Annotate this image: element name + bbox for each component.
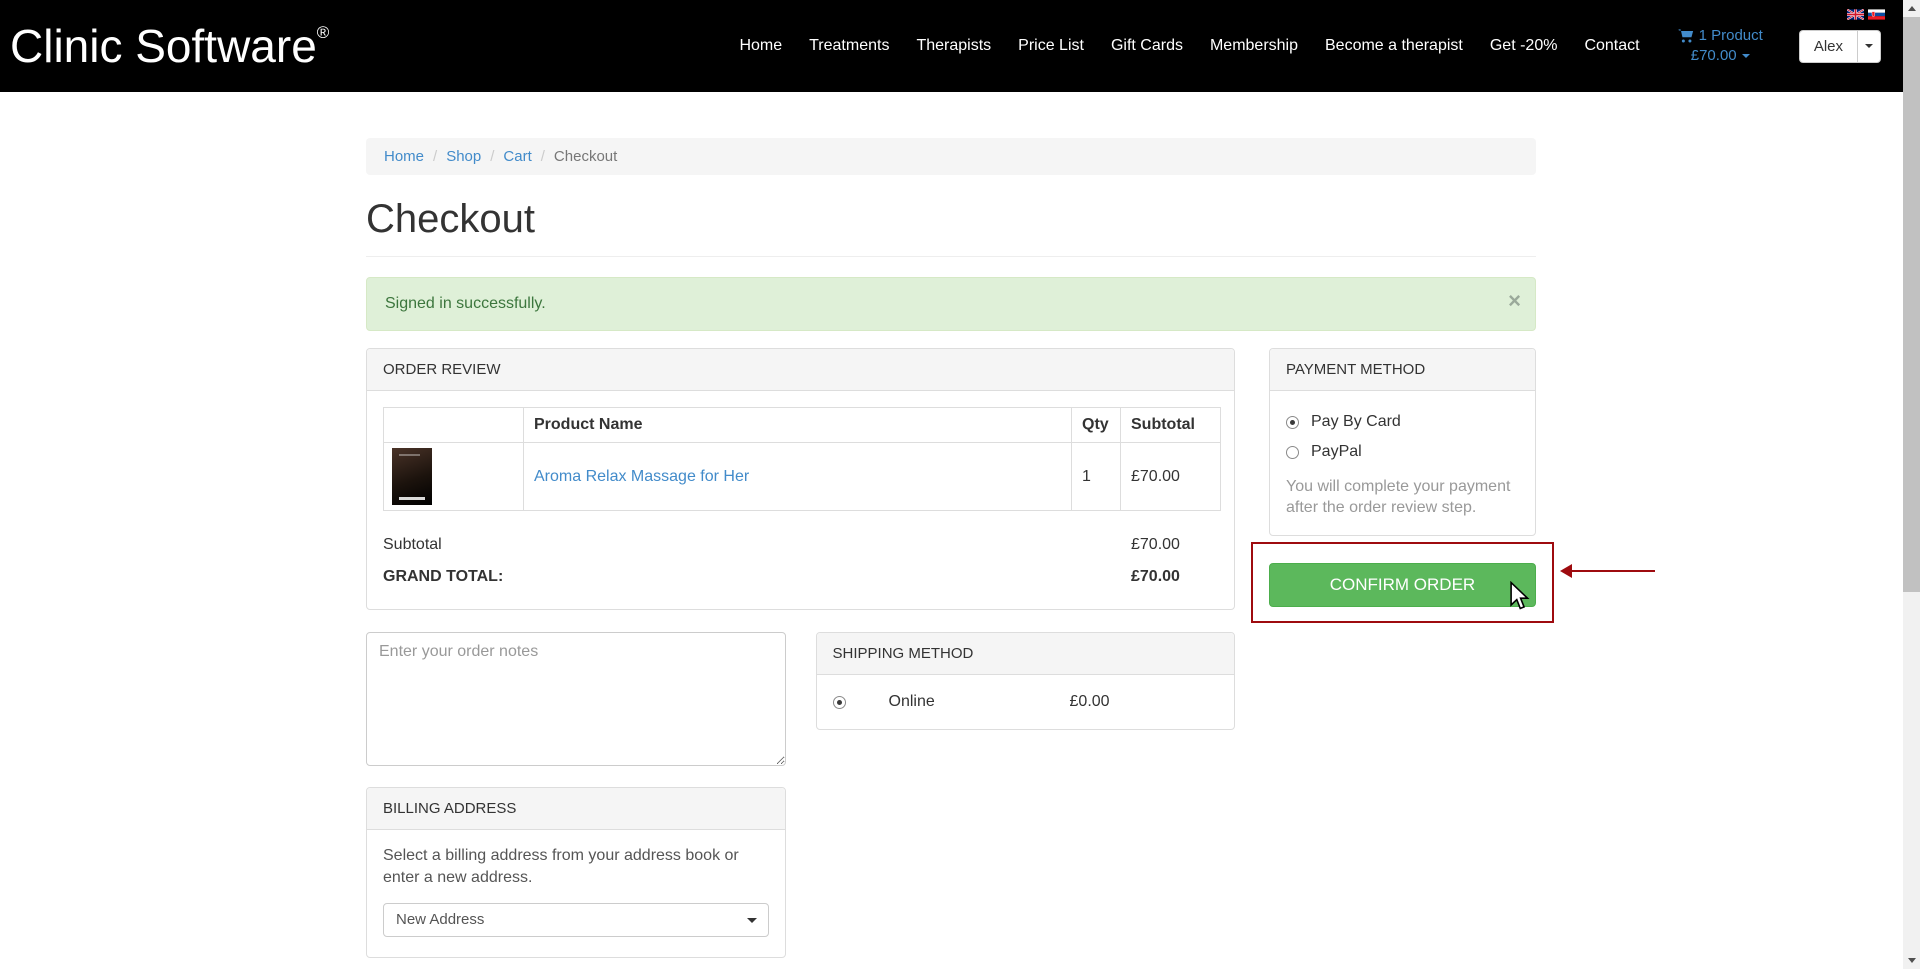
logo-text: Clinic Software <box>10 20 317 72</box>
logo[interactable]: Clinic Software® <box>10 19 329 73</box>
cart-icon <box>1678 28 1694 43</box>
nav-home[interactable]: Home <box>739 37 782 55</box>
col-product-name: Product Name <box>524 408 1072 443</box>
cart-count: 1 Product <box>1699 26 1763 46</box>
order-table: Product Name Qty Subtotal Aroma Relax Ma… <box>383 407 1221 511</box>
payment-option-pay-by-card[interactable]: Pay By Card <box>1286 407 1519 437</box>
nav-get-discount[interactable]: Get -20% <box>1490 37 1558 55</box>
subtotal-line: Subtotal £70.00 <box>383 529 1218 561</box>
page-title: Checkout <box>366 197 1536 257</box>
order-table-row: Aroma Relax Massage for Her 1 £70.00 <box>384 443 1221 511</box>
caret-down-icon <box>747 918 757 923</box>
caret-down-icon <box>1865 44 1873 48</box>
cart-summary[interactable]: 1 Product £70.00 <box>1678 26 1763 67</box>
scroll-down-icon[interactable] <box>1903 952 1920 969</box>
registered-mark: ® <box>317 23 330 42</box>
main-container: Home / Shop / Cart / Checkout Checkout S… <box>366 92 1536 958</box>
caret-down-icon <box>1742 54 1750 58</box>
payment-radio-paypal[interactable] <box>1286 446 1299 459</box>
checkout-row: ORDER REVIEW Product Name Qty Subtotal <box>366 348 1536 958</box>
order-review-panel: ORDER REVIEW Product Name Qty Subtotal <box>366 348 1235 610</box>
order-review-body: Product Name Qty Subtotal Aroma Relax Ma… <box>367 391 1234 609</box>
order-totals: Subtotal £70.00 GRAND TOTAL: £70.00 <box>383 529 1218 593</box>
scroll-up-icon[interactable] <box>1903 0 1920 17</box>
breadcrumb: Home / Shop / Cart / Checkout <box>366 138 1536 175</box>
billing-instruction: Select a billing address from your addre… <box>383 845 769 890</box>
uk-flag-icon[interactable] <box>1847 9 1864 20</box>
payment-method-body: Pay By Card PayPal You will complete you… <box>1270 391 1535 535</box>
close-icon[interactable]: × <box>1508 290 1521 312</box>
cart-total: £70.00 <box>1691 46 1737 66</box>
breadcrumb-home[interactable]: Home <box>384 148 424 165</box>
nav-gift-cards[interactable]: Gift Cards <box>1111 37 1183 55</box>
breadcrumb-separator: / <box>433 148 437 165</box>
nav-membership[interactable]: Membership <box>1210 37 1298 55</box>
breadcrumb-cart[interactable]: Cart <box>503 148 531 165</box>
main-nav: Home Treatments Therapists Price List Gi… <box>739 37 1639 55</box>
sk-flag-icon[interactable] <box>1868 9 1885 20</box>
payment-option-paypal[interactable]: PayPal <box>1286 437 1519 467</box>
page-scrollbar[interactable] <box>1903 0 1920 969</box>
confirm-order-button[interactable]: CONFIRM ORDER <box>1269 563 1536 607</box>
col-subtotal: Subtotal <box>1121 408 1221 443</box>
success-alert: Signed in successfully. × <box>366 277 1536 331</box>
payment-method-title: PAYMENT METHOD <box>1270 349 1535 391</box>
payment-option-label: PayPal <box>1311 443 1362 461</box>
scrollbar-thumb[interactable] <box>1903 17 1920 592</box>
breadcrumb-separator: / <box>541 148 545 165</box>
breadcrumb-separator: / <box>490 148 494 165</box>
shipping-method-title: SHIPPING METHOD <box>817 633 1234 675</box>
page: Clinic Software® Home Treatments Therapi… <box>0 0 1903 969</box>
grand-total-value: £70.00 <box>1131 568 1180 586</box>
grand-total-line: GRAND TOTAL: £70.00 <box>383 561 1218 593</box>
order-notes-input[interactable] <box>366 632 786 766</box>
billing-address-body: Select a billing address from your addre… <box>367 830 785 957</box>
nav-price-list[interactable]: Price List <box>1018 37 1084 55</box>
subtotal-value: £70.00 <box>1131 536 1180 554</box>
alert-message: Signed in successfully. <box>385 295 546 312</box>
product-subtotal: £70.00 <box>1121 443 1221 511</box>
billing-address-selected: New Address <box>396 911 484 928</box>
payment-column: PAYMENT METHOD Pay By Card PayPal You wi… <box>1269 348 1536 607</box>
payment-note: You will complete your payment after the… <box>1286 477 1519 519</box>
product-qty: 1 <box>1072 443 1121 511</box>
product-name-link[interactable]: Aroma Relax Massage for Her <box>534 468 749 485</box>
user-menu-button[interactable]: Alex <box>1799 30 1857 63</box>
payment-radio-pay-by-card[interactable] <box>1286 416 1299 429</box>
shipping-method-panel: SHIPPING METHOD Online £0.00 <box>816 632 1235 730</box>
payment-method-panel: PAYMENT METHOD Pay By Card PayPal You wi… <box>1269 348 1536 536</box>
site-header: Clinic Software® Home Treatments Therapi… <box>0 0 1903 92</box>
nav-treatments[interactable]: Treatments <box>809 37 889 55</box>
shipping-option-label: Online <box>889 693 1070 711</box>
shipping-radio-online[interactable] <box>833 696 846 709</box>
breadcrumb-current: Checkout <box>554 148 617 165</box>
col-image <box>384 408 524 443</box>
billing-address-title: BILLING ADDRESS <box>367 788 785 830</box>
order-table-header-row: Product Name Qty Subtotal <box>384 408 1221 443</box>
nav-become-a-therapist[interactable]: Become a therapist <box>1325 37 1463 55</box>
subtotal-label: Subtotal <box>383 536 442 553</box>
user-menu-caret-button[interactable] <box>1857 30 1881 63</box>
notes-shipping-row: SHIPPING METHOD Online £0.00 <box>366 632 1235 766</box>
col-qty: Qty <box>1072 408 1121 443</box>
language-flags <box>1847 9 1885 20</box>
user-menu: Alex <box>1799 30 1881 63</box>
order-review-title: ORDER REVIEW <box>367 349 1234 391</box>
grand-total-label: GRAND TOTAL: <box>383 568 503 585</box>
billing-address-select[interactable]: New Address <box>383 903 769 937</box>
annotation-arrow-icon <box>1560 564 1660 578</box>
billing-address-panel: BILLING ADDRESS Select a billing address… <box>366 787 786 958</box>
order-review-column: ORDER REVIEW Product Name Qty Subtotal <box>366 348 1235 958</box>
nav-contact[interactable]: Contact <box>1584 37 1639 55</box>
nav-therapists[interactable]: Therapists <box>916 37 991 55</box>
breadcrumb-shop[interactable]: Shop <box>446 148 481 165</box>
product-thumbnail[interactable] <box>392 448 432 505</box>
shipping-option-price: £0.00 <box>1070 693 1110 711</box>
shipping-option-online[interactable]: Online £0.00 <box>817 675 1234 729</box>
payment-option-label: Pay By Card <box>1311 413 1401 431</box>
